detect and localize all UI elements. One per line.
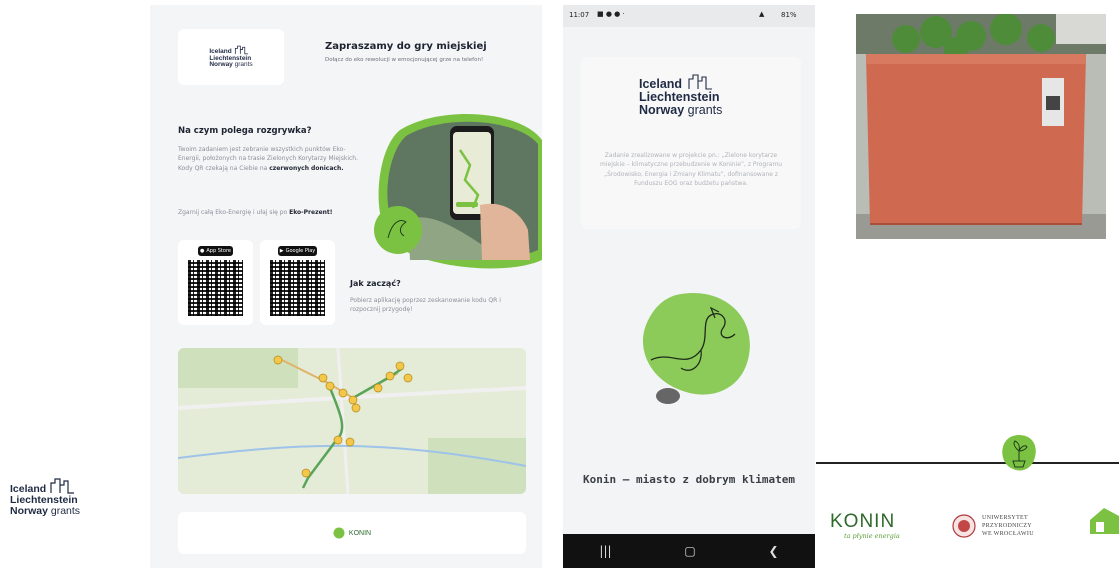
- poster-logo-line1: Iceland: [209, 47, 232, 55]
- university-line1: UNIWERSYTET: [982, 515, 1028, 521]
- status-time: 11:07: [569, 11, 590, 19]
- status-icons: ■ ● ● ·: [597, 10, 625, 18]
- status-bar: 11:07 ■ ● ● · ▲ 81%: [563, 5, 815, 27]
- poster-title: Zapraszamy do gry miejskiej: [325, 41, 487, 52]
- signal-icon: ▲: [759, 10, 765, 18]
- apple-icon: ●: [200, 248, 205, 254]
- google-play-label: Google Play: [285, 248, 316, 254]
- partner-logo-partial: [1090, 508, 1119, 534]
- google-play-qr-card[interactable]: ▶ Google Play: [260, 240, 335, 325]
- grants-logo-bottom-left: Iceland Liechtenstein Norway grants: [10, 477, 130, 537]
- poster-subtitle: Dołącz do eko rewolucji w emocjonującej …: [325, 57, 484, 63]
- home-icon[interactable]: ▢: [684, 544, 695, 558]
- phone-logo-line1: Iceland: [639, 77, 683, 91]
- poster-footer-brand: KONIN: [348, 529, 372, 537]
- planter-photo-illustration: [856, 14, 1106, 239]
- android-nav-bar: ||| ▢ ❮: [563, 534, 815, 568]
- section2-text: Pobierz aplikację poprzez zeskanowanie k…: [350, 297, 501, 314]
- poster-logo-line3a: Norway: [209, 61, 233, 69]
- planter-photo: [856, 14, 1106, 239]
- konin-slogan: ta płynie energia: [844, 532, 900, 540]
- google-play-badge[interactable]: ▶ Google Play: [278, 246, 317, 256]
- university-line2: PRZYRODNICZY: [982, 523, 1032, 530]
- poster-footer-card: KONIN: [178, 512, 526, 554]
- section1-heading: Na czym polega rozgrywka?: [178, 126, 312, 136]
- app-store-qr-code[interactable]: [188, 260, 243, 316]
- poster-horse-badge: [374, 206, 422, 254]
- university-logo: UNIWERSYTET PRZYRODNICZY WE WROCŁAWIU: [952, 512, 1062, 544]
- plant-badge-icon: [1002, 435, 1036, 471]
- grants-line3b: grants: [50, 505, 81, 518]
- app-store-badge[interactable]: ● App Store: [198, 246, 233, 256]
- university-crest-icon: [952, 514, 976, 538]
- phone-screenshot: 11:07 ■ ● ● · ▲ 81% Iceland Liechtenstei…: [563, 5, 815, 568]
- konin-wordmark: KONIN: [830, 511, 896, 532]
- konin-partner-logo: KONIN ta płynie energia: [830, 512, 930, 546]
- phone-info-card: Iceland Liechtenstein Norway grants Zada…: [581, 57, 801, 229]
- battery-level: 81%: [781, 11, 797, 19]
- green-blob-phone-illustration: [374, 113, 542, 269]
- section1-text-prize: Eko-Prezent!: [289, 209, 333, 216]
- back-icon[interactable]: ❮: [769, 544, 779, 558]
- app-store-label: App Store: [206, 248, 231, 254]
- partners-divider: [816, 462, 1119, 464]
- grants-mark-icon: [50, 478, 75, 494]
- recent-apps-icon[interactable]: |||: [599, 544, 611, 558]
- grants-mark-icon: [688, 74, 712, 90]
- google-play-qr-code[interactable]: [270, 260, 325, 316]
- section1-prize-line: Zgarnij całą Eko-Energię i ułaj się po E…: [178, 208, 378, 217]
- horse-logo-icon: [642, 293, 750, 404]
- university-line3: WE WROCŁAWIU: [982, 531, 1034, 538]
- play-icon: ▶: [279, 248, 284, 254]
- section1-text: Twoim zadaniem jest zebranie wszystkich …: [178, 145, 358, 173]
- route-map[interactable]: [178, 348, 526, 494]
- grants-mark-icon: [234, 45, 248, 55]
- phone-logo-line3b: grants: [687, 103, 723, 118]
- poster-logo-card: Iceland Liechtenstein Norway grants: [178, 29, 284, 85]
- section1-text-c: Zgarnij całą Eko-Energię i ułaj się po: [178, 209, 290, 216]
- section2-heading: Jak zacząć?: [350, 279, 401, 288]
- grants-line3a: Norway: [10, 505, 48, 518]
- section1-text-bold: czerwonych donicach.: [269, 164, 344, 172]
- city-tagline: Konin – miasto z dobrym klimatem: [583, 473, 795, 486]
- app-store-qr-card[interactable]: ● App Store: [178, 240, 253, 325]
- poster-logo-line3b: grants: [234, 61, 253, 69]
- project-description: Zadanie zrealizowane w projekcie pn.: „Z…: [599, 152, 783, 187]
- phone-logo-line3a: Norway: [639, 103, 685, 118]
- game-poster: Iceland Liechtenstein Norway grants Zapr…: [150, 5, 542, 568]
- konin-leaf-icon: [333, 527, 345, 539]
